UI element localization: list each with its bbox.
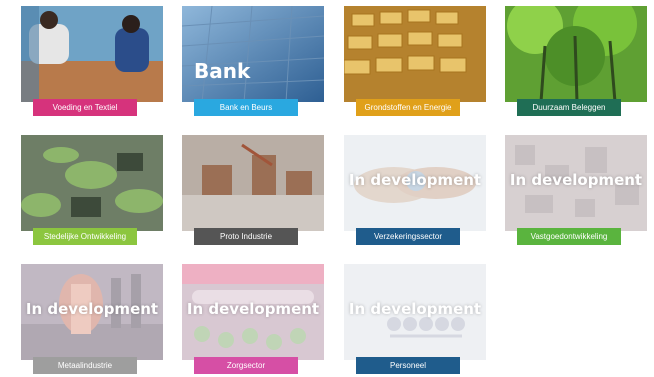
thumbnail-market-photo: [21, 6, 163, 102]
thumbnail-hands: In development: [344, 135, 486, 231]
thumbnail-green-roofs: [21, 135, 163, 231]
tile-vastgoedontwikkeling[interactable]: In development Vastgoedontwikkeling: [505, 135, 647, 247]
tile-label: Zorgsector: [194, 357, 298, 374]
tile-bank-beurs[interactable]: Bank Bank en Beurs: [182, 6, 324, 118]
tile-label: Verzekeringssector: [356, 228, 460, 245]
in-development-overlay: In development: [348, 171, 482, 189]
tile-label: Proto Industrie: [194, 228, 298, 245]
tile-label: Grondstoffen en Energie: [356, 99, 460, 116]
tile-label: Stedelijke Ontwikkeling: [33, 228, 137, 245]
tile-proto-industrie[interactable]: Proto Industrie: [182, 135, 324, 247]
thumbnail-pills: In development: [182, 264, 324, 360]
in-development-overlay: In development: [509, 171, 643, 189]
tile-label: Vastgoedontwikkeling: [517, 228, 621, 245]
tile-duurzaam-beleggen[interactable]: Duurzaam Beleggen: [505, 6, 647, 118]
tile-zorgsector[interactable]: In development Zorgsector: [182, 264, 324, 376]
tile-label: Personeel: [356, 357, 460, 374]
tile-label: Metaalindustrie: [33, 357, 137, 374]
tile-metaalindustrie[interactable]: In development Metaalindustrie: [21, 264, 163, 376]
thumbnail-bank-building: Bank: [182, 6, 324, 102]
thumbnail-industrial-site: [182, 135, 324, 231]
thumbnail-forest: [505, 6, 647, 102]
tile-voeding-textiel[interactable]: Voeding en Textiel: [21, 6, 163, 118]
tile-verzekeringssector[interactable]: In development Verzekeringssector: [344, 135, 486, 247]
tile-grondstoffen-energie[interactable]: Grondstoffen en Energie: [344, 6, 486, 118]
thumbnail-aerial-city: In development: [505, 135, 647, 231]
tile-personeel[interactable]: In development Personeel: [344, 264, 486, 376]
tile-label: Voeding en Textiel: [33, 99, 137, 116]
in-development-overlay: In development: [348, 300, 482, 318]
tile-stedelijke-ontwikkeling[interactable]: Stedelijke Ontwikkeling: [21, 135, 163, 247]
tile-label: Duurzaam Beleggen: [517, 99, 621, 116]
thumbnail-people-chain: In development: [344, 264, 486, 360]
in-development-overlay: In development: [186, 300, 320, 318]
in-development-overlay: In development: [25, 300, 159, 318]
thumbnail-steel-mill: In development: [21, 264, 163, 360]
svg-text:Bank: Bank: [194, 59, 251, 83]
tile-label: Bank en Beurs: [194, 99, 298, 116]
thumbnail-gold-bars: [344, 6, 486, 102]
